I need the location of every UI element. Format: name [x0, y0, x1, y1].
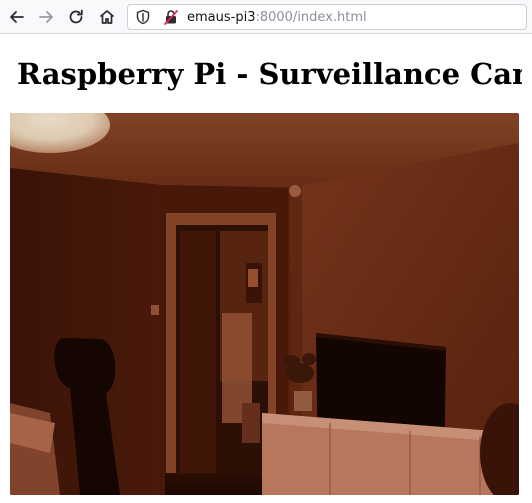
- reload-icon: [69, 9, 83, 24]
- browser-toolbar: emaus-pi3:8000/index.html: [0, 0, 532, 34]
- address-bar[interactable]: emaus-pi3:8000/index.html: [127, 4, 527, 30]
- url-host: emaus-pi3: [187, 10, 256, 25]
- forward-button[interactable]: [35, 6, 57, 28]
- arrow-left-icon: [10, 11, 24, 23]
- shield-icon[interactable]: [135, 9, 151, 25]
- url-path: :8000/index.html: [255, 10, 367, 25]
- page-title: Raspberry Pi - Surveillance Camera Strea…: [17, 57, 522, 91]
- back-button[interactable]: [6, 6, 28, 28]
- url-text[interactable]: emaus-pi3:8000/index.html: [187, 9, 367, 26]
- insecure-connection-icon[interactable]: [163, 9, 179, 25]
- camera-stream-image: [10, 113, 519, 495]
- home-button[interactable]: [96, 6, 118, 28]
- arrow-right-icon: [39, 11, 53, 23]
- reload-button[interactable]: [65, 6, 87, 28]
- home-icon: [99, 10, 115, 24]
